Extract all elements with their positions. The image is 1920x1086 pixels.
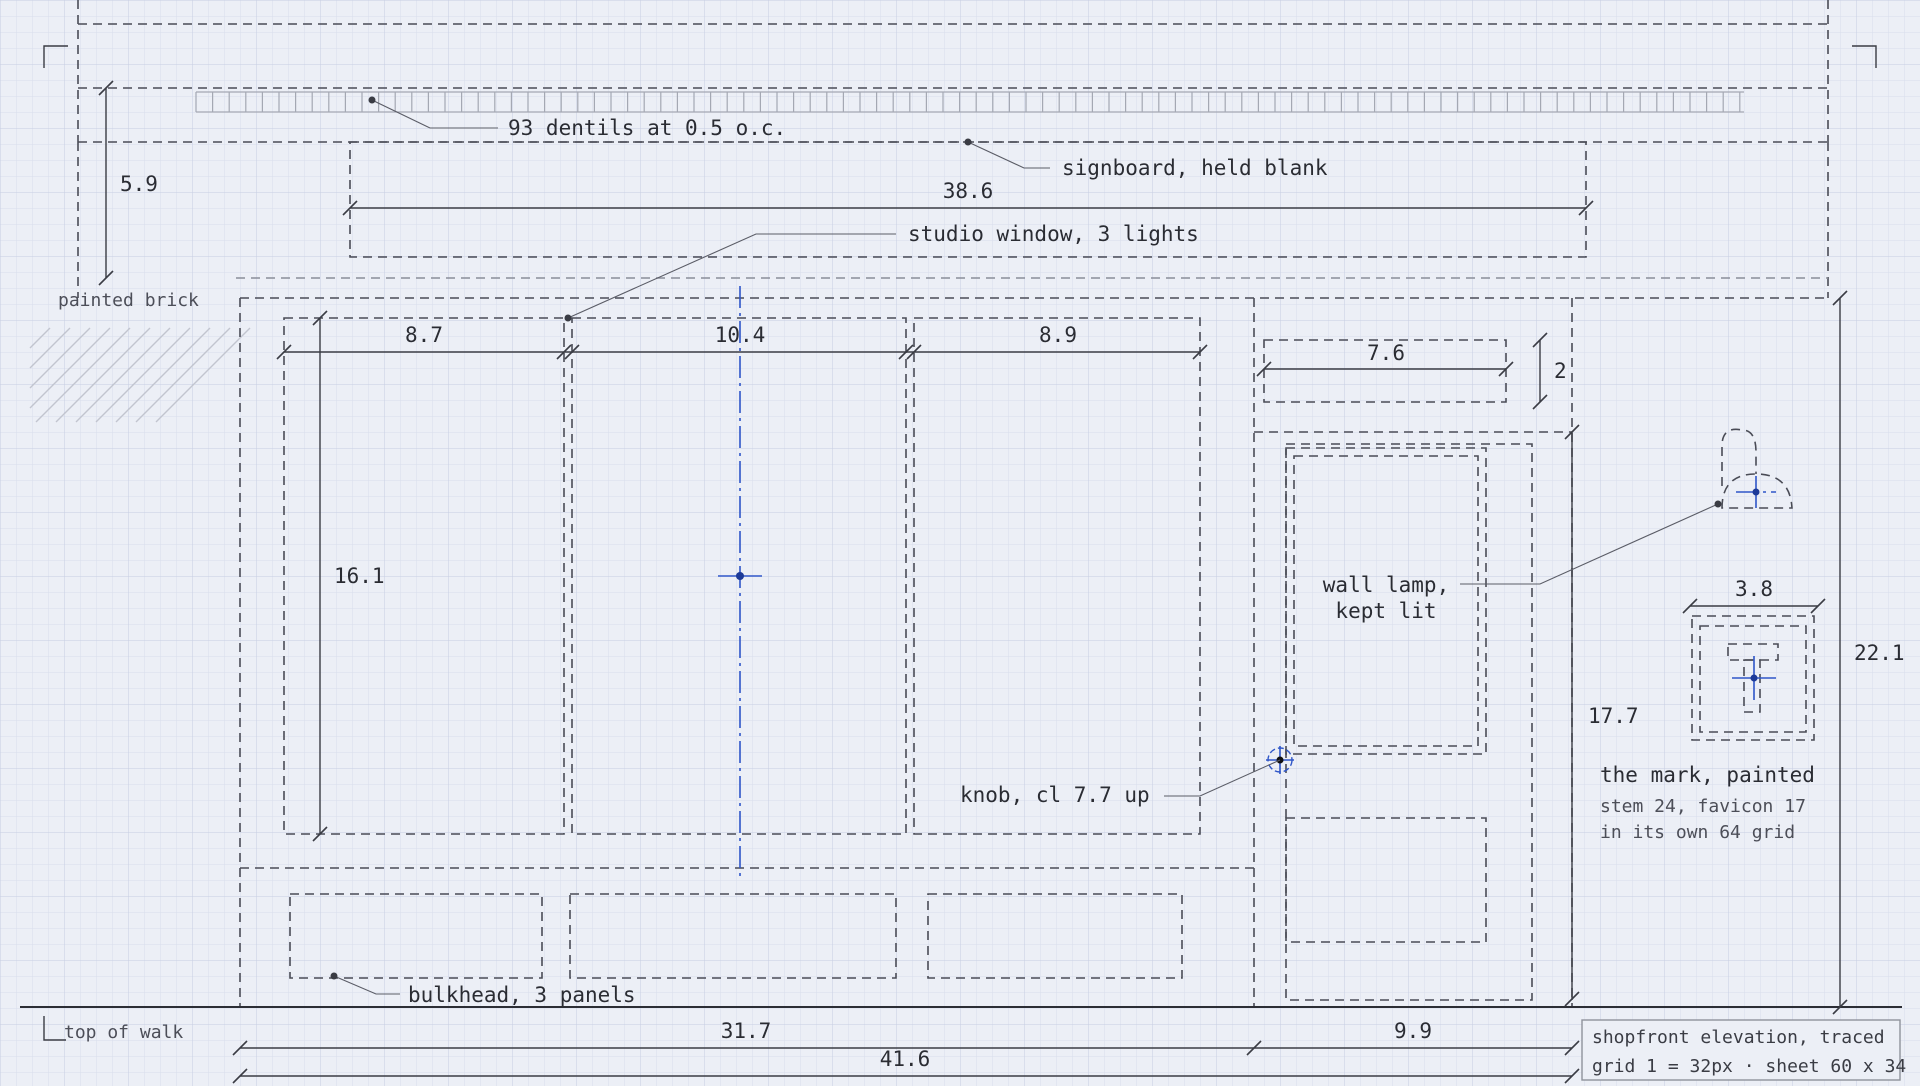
note-wall-lamp-1: wall lamp, — [1323, 573, 1449, 597]
note-mark-line-1: stem 24, favicon 17 — [1600, 796, 1806, 817]
dim-overall-width: 41.6 — [880, 1047, 931, 1071]
note-knob: knob, cl 7.7 up — [960, 783, 1150, 807]
dim-signboard-width: 38.6 — [943, 179, 994, 203]
dim-cornice-height: 5.9 — [120, 172, 158, 196]
dim-light-1: 8.7 — [405, 323, 443, 347]
note-mark-title: the mark, painted — [1600, 763, 1815, 787]
dim-door-bay-width: 9.9 — [1394, 1019, 1432, 1043]
dim-door-height: 17.7 — [1588, 704, 1639, 728]
dim-light-3: 8.9 — [1039, 323, 1077, 347]
dim-transom-height: 2 — [1554, 359, 1567, 383]
note-bulkhead: bulkhead, 3 panels — [408, 983, 636, 1007]
note-top-of-walk: top of walk — [64, 1022, 183, 1043]
note-dentils: 93 dentils at 0.5 o.c. — [508, 116, 786, 140]
title-block-title: shopfront elevation, traced — [1592, 1027, 1885, 1048]
dim-light-2: 10.4 — [715, 323, 766, 347]
title-block-scale: grid 1 = 32px · sheet 60 x 34 — [1592, 1056, 1906, 1077]
dim-transom-width: 7.6 — [1367, 341, 1405, 365]
dim-mark-width: 3.8 — [1735, 577, 1773, 601]
elevation-drawing: 5.9 38.6 8.7 10.4 8.9 16.1 7.6 2 3.8 17.… — [0, 0, 1920, 1086]
note-mark-line-2: in its own 64 grid — [1600, 822, 1795, 843]
note-wall-lamp-2: kept lit — [1335, 599, 1436, 623]
dim-window-height: 16.1 — [334, 564, 385, 588]
note-painted-brick: painted brick — [58, 290, 199, 311]
note-signboard: signboard, held blank — [1062, 156, 1328, 180]
dim-storefront-height: 22.1 — [1854, 641, 1905, 665]
dim-shop-width: 31.7 — [721, 1019, 772, 1043]
note-studio-window: studio window, 3 lights — [908, 222, 1199, 246]
